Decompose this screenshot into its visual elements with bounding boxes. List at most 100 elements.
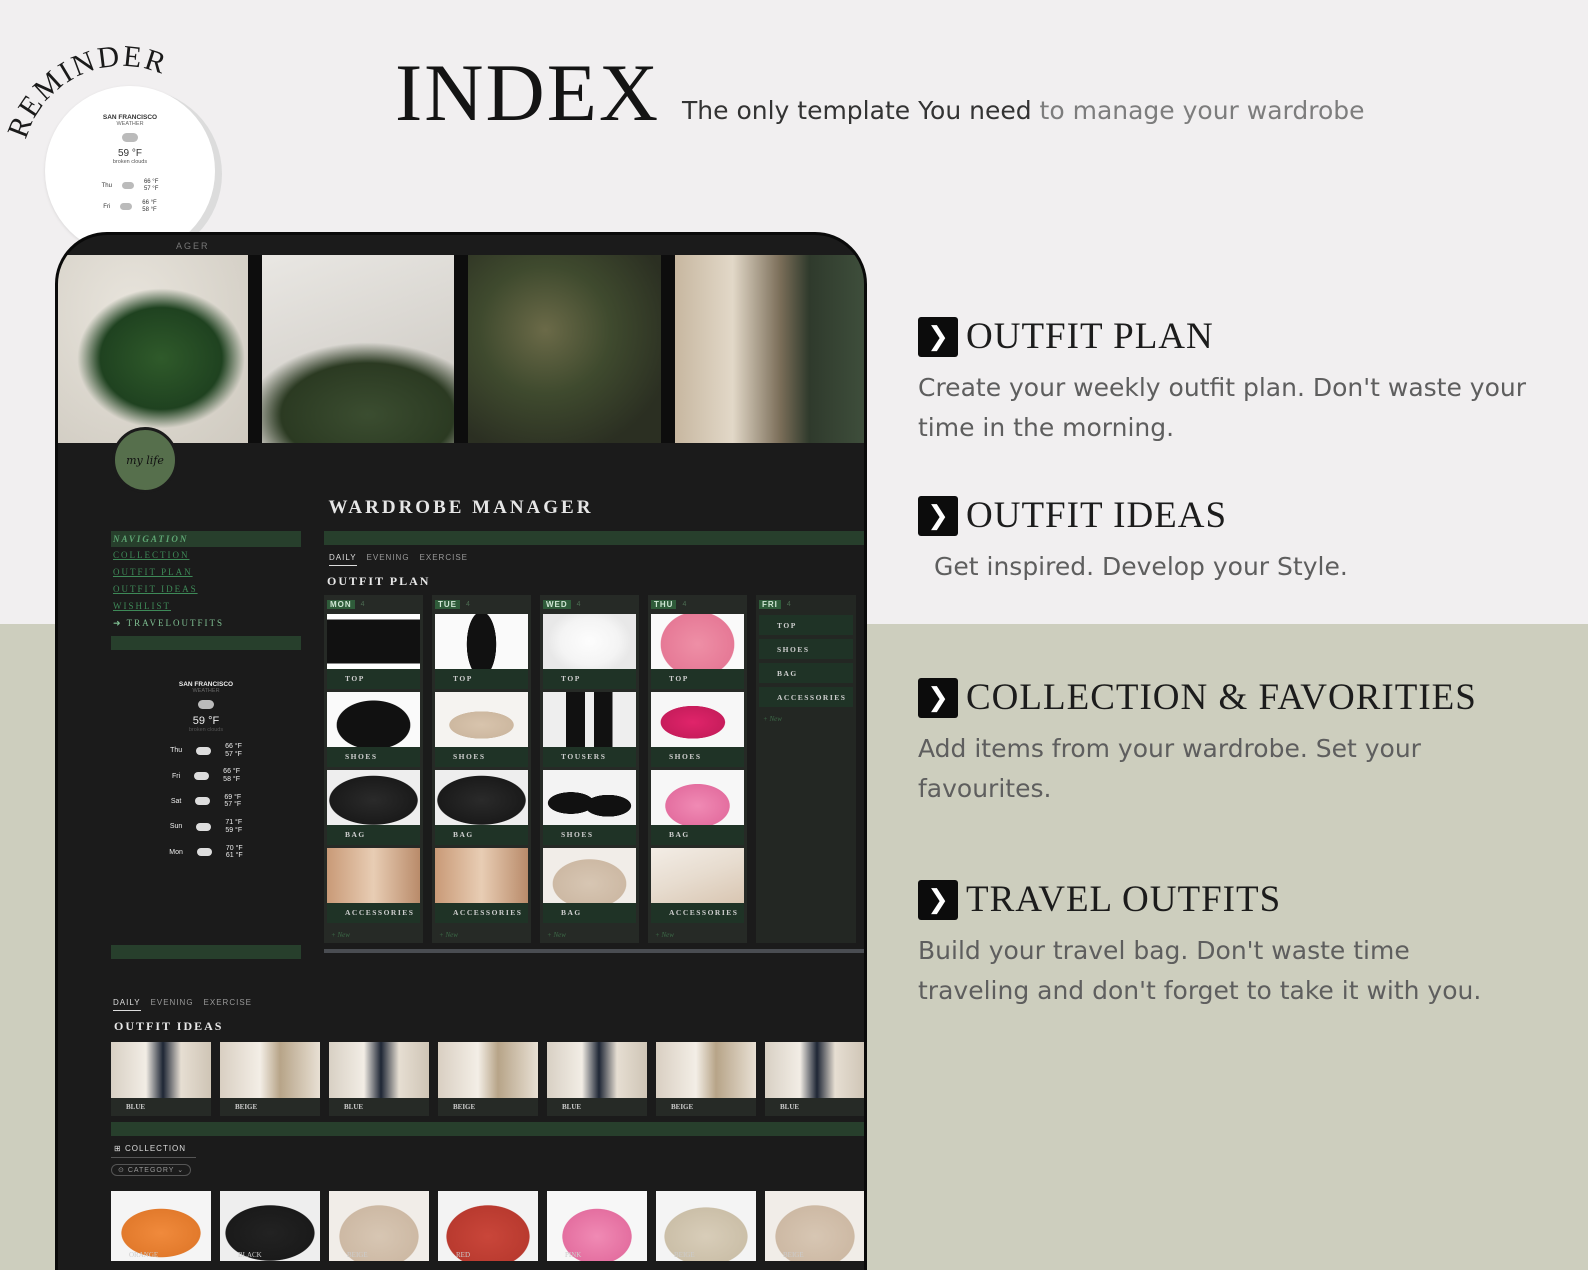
forecast-row: Thu 66 °F 57 °F bbox=[45, 179, 215, 192]
cloud-icon bbox=[196, 848, 212, 857]
card-image bbox=[543, 614, 636, 669]
collection-label: PINK bbox=[565, 1251, 582, 1259]
idea-card[interactable]: BLUE bbox=[547, 1042, 647, 1116]
outfit-card[interactable]: SHOES bbox=[435, 692, 528, 767]
outfit-card[interactable]: TOP bbox=[543, 614, 636, 689]
nav-link-collection[interactable]: COLLECTION bbox=[111, 547, 301, 564]
outfit-card[interactable]: ACCESSORIES bbox=[435, 848, 528, 923]
card-image bbox=[327, 692, 420, 747]
outfit-card[interactable]: ACCESSORIES bbox=[327, 848, 420, 923]
card-label: SHOES bbox=[669, 752, 702, 761]
card-label: ACCESSORIES bbox=[453, 908, 523, 917]
cloud-icon bbox=[120, 203, 133, 211]
outfit-card[interactable]: BAG bbox=[435, 770, 528, 845]
outfit-card[interactable]: ACCESSORIES bbox=[759, 687, 853, 707]
collection-card[interactable]: BEIGE bbox=[765, 1191, 864, 1261]
new-card-button[interactable]: + New bbox=[435, 923, 528, 939]
divider bbox=[111, 945, 301, 959]
idea-card[interactable]: BLUE bbox=[111, 1042, 211, 1116]
forecast-row: Thu 66 °F 57 °F bbox=[111, 743, 301, 758]
weather-subtitle: WEATHER bbox=[116, 121, 144, 127]
collection-row: ORANGE BLACK BEIGE RED PINK BEIGE BEIGE bbox=[111, 1191, 864, 1261]
collection-card[interactable]: RED bbox=[438, 1191, 538, 1261]
new-card-button[interactable]: + New bbox=[327, 923, 420, 939]
feature-desc: Add items from your wardrobe. Set your f… bbox=[918, 734, 1421, 803]
divider bbox=[111, 636, 301, 650]
idea-card[interactable]: BLUE bbox=[329, 1042, 429, 1116]
outfit-card[interactable]: TOP bbox=[435, 614, 528, 689]
tagline-light: to manage your wardrobe bbox=[1039, 96, 1365, 125]
collection-card[interactable]: ORANGE bbox=[111, 1191, 211, 1261]
outfit-card[interactable]: TOP bbox=[651, 614, 744, 689]
filter-label: CATEGORY bbox=[127, 1167, 175, 1174]
weather-desc: broken clouds bbox=[188, 727, 224, 733]
new-card-button[interactable]: + New bbox=[759, 707, 853, 723]
idea-card[interactable]: BEIGE bbox=[656, 1042, 756, 1116]
category-filter[interactable]: ⊙ CATEGORY ⌄ bbox=[111, 1164, 192, 1176]
plant-photo bbox=[674, 255, 864, 443]
card-image bbox=[651, 692, 744, 747]
outfit-card[interactable]: BAG bbox=[543, 848, 636, 923]
tab-daily[interactable]: DAILY bbox=[329, 553, 357, 566]
outfit-card[interactable]: ACCESSORIES bbox=[651, 848, 744, 923]
nav-link-travel-outfits[interactable]: ➜ TRAVELOUTFITS bbox=[111, 615, 301, 632]
tab-exercise[interactable]: EXERCISE bbox=[420, 553, 468, 566]
tab-exercise[interactable]: EXERCISE bbox=[204, 998, 252, 1011]
new-card-button[interactable]: + New bbox=[543, 923, 636, 939]
card-image bbox=[543, 848, 636, 903]
forecast-day: Sat bbox=[170, 797, 182, 805]
forecast-day: Thu bbox=[170, 747, 183, 755]
outfit-card[interactable]: SHOES bbox=[327, 692, 420, 767]
feature-title: OUTFIT PLAN bbox=[966, 316, 1214, 357]
column-header: FRI 4 bbox=[759, 597, 853, 611]
cloud-icon bbox=[121, 182, 134, 190]
forecast-day: Sun bbox=[169, 823, 183, 831]
day-badge: MON bbox=[327, 599, 355, 609]
weather-temp: 59 °F bbox=[117, 148, 142, 159]
collection-card[interactable]: BLACK bbox=[220, 1191, 320, 1261]
new-card-button[interactable]: + New bbox=[651, 923, 744, 939]
feature-title: OUTFIT IDEAS bbox=[966, 495, 1228, 536]
idea-image bbox=[329, 1042, 429, 1098]
outfit-card[interactable]: TOP bbox=[327, 614, 420, 689]
kanban-board: MON 4 TOP SHOES BAG ACCESSORIES + New TUE… bbox=[324, 595, 864, 943]
card-image bbox=[435, 614, 528, 669]
nav-link-wishlist[interactable]: WISHLIST bbox=[111, 598, 301, 615]
collection-card[interactable]: BEIGE bbox=[656, 1191, 756, 1261]
tab-daily[interactable]: DAILY bbox=[113, 998, 141, 1011]
nav-link-outfit-plan[interactable]: OUTFIT PLAN bbox=[111, 564, 301, 581]
collection-card[interactable]: BEIGE bbox=[329, 1191, 429, 1261]
scrollbar[interactable] bbox=[324, 949, 864, 953]
outfit-card[interactable]: BAG bbox=[651, 770, 744, 845]
card-label: BAG bbox=[453, 830, 474, 839]
outfit-card[interactable]: TOP bbox=[759, 615, 853, 635]
outfit-card[interactable]: SHOES bbox=[651, 692, 744, 767]
tab-evening[interactable]: EVENING bbox=[367, 553, 410, 566]
card-label: TOP bbox=[453, 674, 473, 683]
outfit-card[interactable]: BAG bbox=[327, 770, 420, 845]
feature-header: ❯ OUTFIT PLAN bbox=[918, 315, 1528, 358]
idea-card[interactable]: BLUE bbox=[765, 1042, 864, 1116]
card-label: ACCESSORIES bbox=[669, 908, 739, 917]
outfit-card[interactable]: SHOES bbox=[543, 770, 636, 845]
forecast-high: 66 °F bbox=[142, 200, 157, 207]
tab-evening[interactable]: EVENING bbox=[151, 998, 194, 1011]
navigation: NAVIGATION COLLECTION OUTFIT PLAN OUTFIT… bbox=[111, 531, 301, 650]
idea-card[interactable]: BEIGE bbox=[438, 1042, 538, 1116]
outfit-card[interactable]: BAG bbox=[759, 663, 853, 683]
outfit-card[interactable]: SHOES bbox=[759, 639, 853, 659]
collection-card[interactable]: PINK bbox=[547, 1191, 647, 1261]
card-label: SHOES bbox=[345, 752, 378, 761]
outfit-plan-board: DAILY EVENING EXERCISE OUTFIT PLAN MON 4 … bbox=[324, 531, 864, 953]
gallery-row: BLUE BEIGE BLUE BEIGE BLUE BEIGE BLUE bbox=[111, 1042, 864, 1116]
idea-label: BLUE bbox=[344, 1103, 364, 1111]
outfit-card[interactable]: TOUSERS bbox=[543, 692, 636, 767]
tab-collection[interactable]: ⊞ COLLECTION bbox=[111, 1136, 196, 1158]
forecast-row: Mon 70 °F 61 °F bbox=[111, 845, 301, 860]
idea-card[interactable]: BEIGE bbox=[220, 1042, 320, 1116]
idea-image bbox=[765, 1042, 864, 1098]
nav-link-outfit-ideas[interactable]: OUTFIT IDEAS bbox=[111, 581, 301, 598]
divider bbox=[111, 1122, 864, 1136]
item-count: 4 bbox=[360, 600, 365, 608]
idea-image bbox=[220, 1042, 320, 1098]
